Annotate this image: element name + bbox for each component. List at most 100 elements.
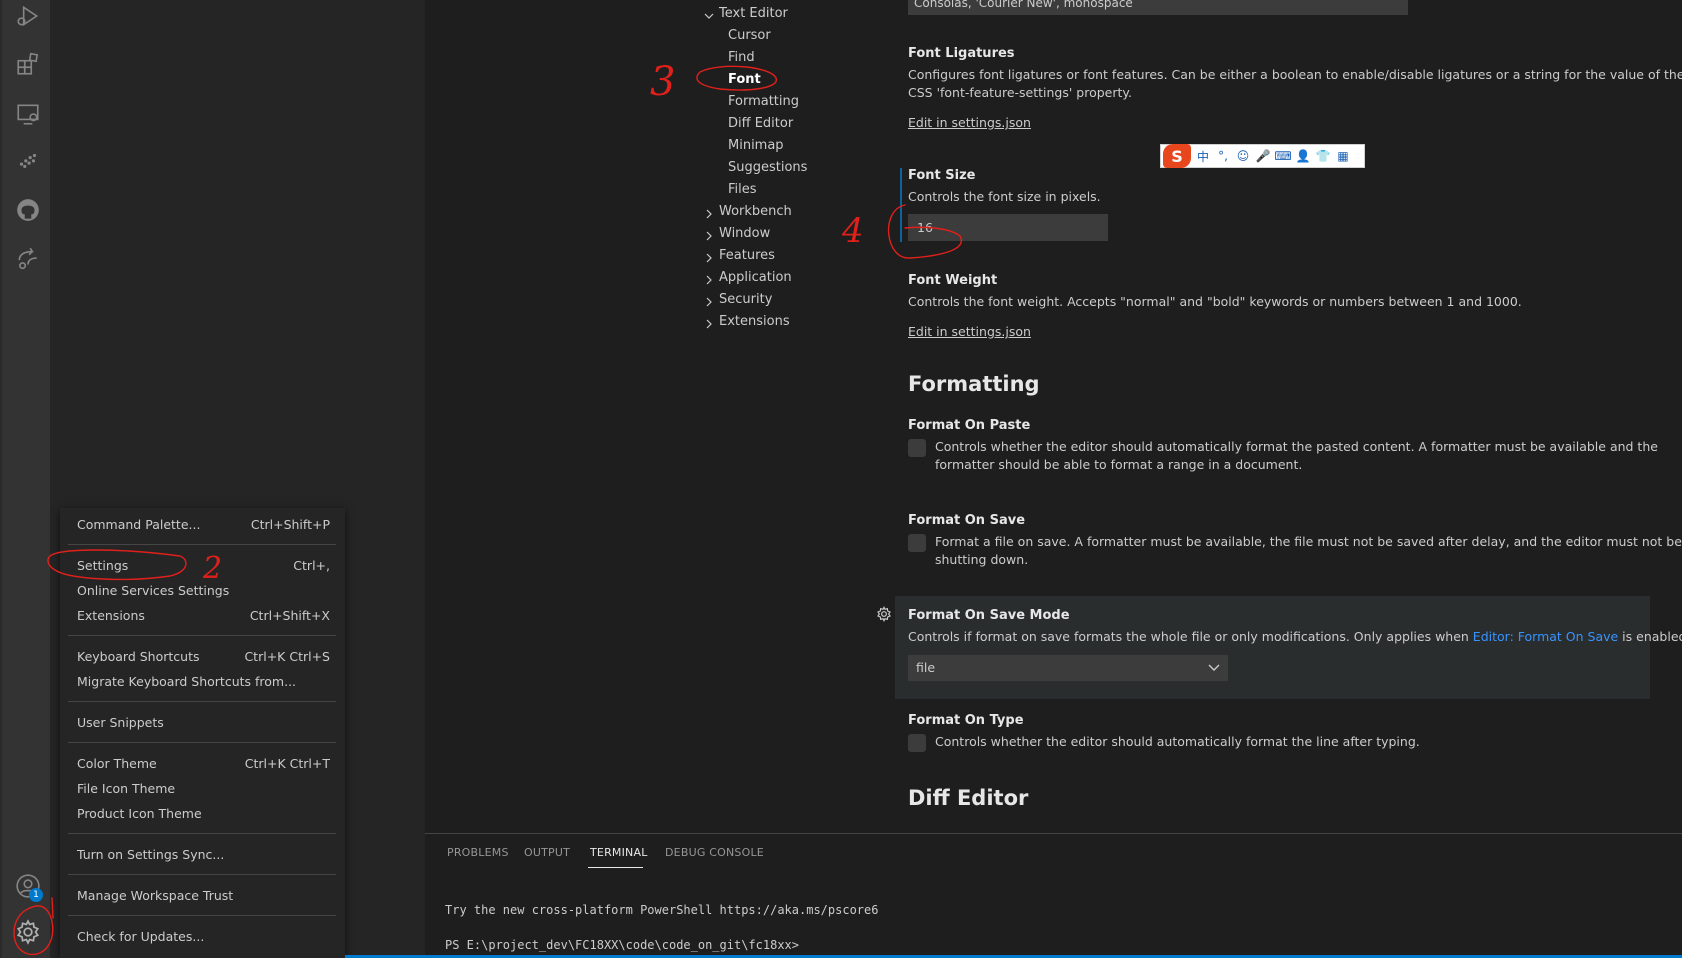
editor-format-on-save-link[interactable]: Editor: Format On Save xyxy=(1473,629,1618,644)
menu-item-manage-workspace-trust[interactable]: Manage Workspace Trust xyxy=(77,888,233,903)
menu-separator xyxy=(68,635,336,636)
skin-icon[interactable]: 👕 xyxy=(1315,148,1331,164)
chevron-right-icon[interactable] xyxy=(704,230,714,241)
format-on-paste-checkbox[interactable] xyxy=(908,439,926,457)
format-on-paste-desc-2: formatter should be able to format a ran… xyxy=(935,457,1303,472)
format-on-save-checkbox[interactable] xyxy=(908,534,926,552)
font-ligatures-title: Font Ligatures xyxy=(908,46,1015,61)
terminal-prompt[interactable]: PS E:\project_dev\FC18XX\code\code_on_gi… xyxy=(445,938,799,952)
format-on-type-desc: Controls whether the editor should autom… xyxy=(935,734,1420,749)
setting-gear-icon[interactable] xyxy=(876,605,892,623)
formatting-section-header: Formatting xyxy=(908,372,1040,396)
toc-window[interactable]: Window xyxy=(719,226,770,241)
edit-in-settings-json-link[interactable]: Edit in settings.json xyxy=(908,324,1031,339)
setting-focus-indicator xyxy=(900,168,902,242)
menu-shortcut: Ctrl+Shift+P xyxy=(250,517,330,532)
chevron-right-icon[interactable] xyxy=(704,274,714,285)
toc-extensions[interactable]: Extensions xyxy=(719,314,790,329)
font-size-value: 16 xyxy=(917,220,933,235)
menu-item-color-theme[interactable]: Color Theme xyxy=(77,756,157,771)
punctuation-icon[interactable]: °, xyxy=(1215,148,1231,164)
format-on-save-title: Format On Save xyxy=(908,513,1026,528)
toolbox-icon[interactable]: ▦ xyxy=(1335,148,1351,164)
menu-item-keyboard-shortcuts[interactable]: Keyboard Shortcuts xyxy=(77,649,200,664)
accounts-badge: 1 xyxy=(29,888,43,902)
format-on-type-checkbox[interactable] xyxy=(908,734,926,752)
toc-workbench[interactable]: Workbench xyxy=(719,204,792,219)
tab-debug-console[interactable]: DEBUG CONSOLE xyxy=(665,846,764,859)
menu-shortcut: Ctrl+Shift+X xyxy=(249,608,330,623)
testing-icon[interactable] xyxy=(14,148,42,176)
toc-text-editor[interactable]: Text Editor xyxy=(719,6,788,21)
keyboard-icon[interactable]: ⌨ xyxy=(1274,148,1291,164)
extensions-icon[interactable] xyxy=(14,50,42,78)
menu-item-product-icon-theme[interactable]: Product Icon Theme xyxy=(77,806,202,821)
toc-diff-editor[interactable]: Diff Editor xyxy=(728,116,793,131)
microphone-icon[interactable]: 🎤 xyxy=(1255,148,1271,164)
menu-shortcut: Ctrl+K Ctrl+T xyxy=(244,756,330,771)
activity-bar: 1 xyxy=(0,0,50,958)
tab-terminal[interactable]: TERMINAL xyxy=(590,846,648,859)
font-size-input[interactable]: 16 xyxy=(908,214,1108,241)
manage-gear-icon[interactable] xyxy=(14,918,42,946)
diff-editor-section-header: Diff Editor xyxy=(908,786,1029,810)
menu-item-online-services-settings[interactable]: Online Services Settings xyxy=(77,583,229,598)
select-value: file xyxy=(916,660,936,675)
terminal-line: Try the new cross-platform PowerShell ht… xyxy=(445,903,879,917)
font-ligatures-desc-1: Configures font ligatures or font featur… xyxy=(908,67,1682,82)
menu-item-check-for-updates[interactable]: Check for Updates... xyxy=(77,929,204,944)
toc-suggestions[interactable]: Suggestions xyxy=(728,160,807,175)
format-on-paste-title: Format On Paste xyxy=(908,418,1031,433)
remote-explorer-icon[interactable] xyxy=(14,100,42,128)
menu-item-command-palette[interactable]: Command Palette... xyxy=(77,517,200,532)
chevron-down-icon[interactable] xyxy=(704,10,714,20)
font-size-title: Font Size xyxy=(908,168,976,183)
font-weight-title: Font Weight xyxy=(908,273,998,288)
tab-output[interactable]: OUTPUT xyxy=(524,846,570,859)
chevron-right-icon[interactable] xyxy=(704,296,714,307)
ime-toolbar[interactable]: S 中 °, ☺ 🎤 ⌨ 👤 👕 ▦ xyxy=(1160,144,1365,168)
user-icon[interactable]: 👤 xyxy=(1295,148,1311,164)
font-ligatures-desc-2: CSS 'font-feature-settings' property. xyxy=(908,85,1132,100)
toc-formatting[interactable]: Formatting xyxy=(728,94,799,109)
sogou-logo-icon[interactable]: S xyxy=(1163,144,1191,168)
chevron-right-icon[interactable] xyxy=(704,208,714,219)
toc-features[interactable]: Features xyxy=(719,248,775,263)
toc-security[interactable]: Security xyxy=(719,292,772,307)
toc-files[interactable]: Files xyxy=(728,182,757,197)
menu-item-extensions[interactable]: Extensions xyxy=(77,608,145,623)
toc-minimap[interactable]: Minimap xyxy=(728,138,784,153)
toc-cursor[interactable]: Cursor xyxy=(728,28,771,43)
menu-separator xyxy=(68,833,336,834)
format-on-save-mode-select[interactable]: file xyxy=(908,655,1228,681)
menu-item-settings[interactable]: Settings xyxy=(77,558,128,573)
menu-separator xyxy=(68,915,336,916)
menu-separator xyxy=(68,874,336,875)
toc-font[interactable]: Font xyxy=(728,72,761,87)
emoji-icon[interactable]: ☺ xyxy=(1235,148,1251,164)
live-share-icon[interactable] xyxy=(14,244,42,272)
chevron-right-icon[interactable] xyxy=(704,318,714,329)
manage-context-menu: Command Palette... Ctrl+Shift+P Settings… xyxy=(60,508,345,958)
run-debug-icon[interactable] xyxy=(14,2,42,30)
font-size-desc: Controls the font size in pixels. xyxy=(908,189,1101,204)
menu-item-file-icon-theme[interactable]: File Icon Theme xyxy=(77,781,175,796)
menu-item-migrate-keyboard-shortcuts[interactable]: Migrate Keyboard Shortcuts from... xyxy=(77,674,296,689)
toc-find[interactable]: Find xyxy=(728,50,755,65)
chevron-right-icon[interactable] xyxy=(704,252,714,263)
font-family-input[interactable]: Consolas, 'Courier New', monospace xyxy=(908,0,1408,15)
edit-in-settings-json-link[interactable]: Edit in settings.json xyxy=(908,115,1031,130)
chinese-mode-icon[interactable]: 中 xyxy=(1195,148,1211,164)
tab-problems[interactable]: PROBLEMS xyxy=(447,846,509,859)
format-on-save-desc-2: shutting down. xyxy=(935,552,1029,567)
menu-item-settings-sync[interactable]: Turn on Settings Sync... xyxy=(77,847,224,862)
desc-suffix: is enabled. xyxy=(1622,629,1682,644)
menu-shortcut: Ctrl+, xyxy=(293,558,330,573)
menu-item-user-snippets[interactable]: User Snippets xyxy=(77,715,164,730)
format-on-paste-desc-1: Controls whether the editor should autom… xyxy=(935,439,1658,454)
desc-prefix: Controls if format on save formats the w… xyxy=(908,629,1473,644)
toc-application[interactable]: Application xyxy=(719,270,792,285)
github-icon[interactable] xyxy=(14,196,42,224)
format-on-save-mode-title: Format On Save Mode xyxy=(908,608,1070,623)
format-on-save-mode-desc: Controls if format on save formats the w… xyxy=(908,628,1682,646)
